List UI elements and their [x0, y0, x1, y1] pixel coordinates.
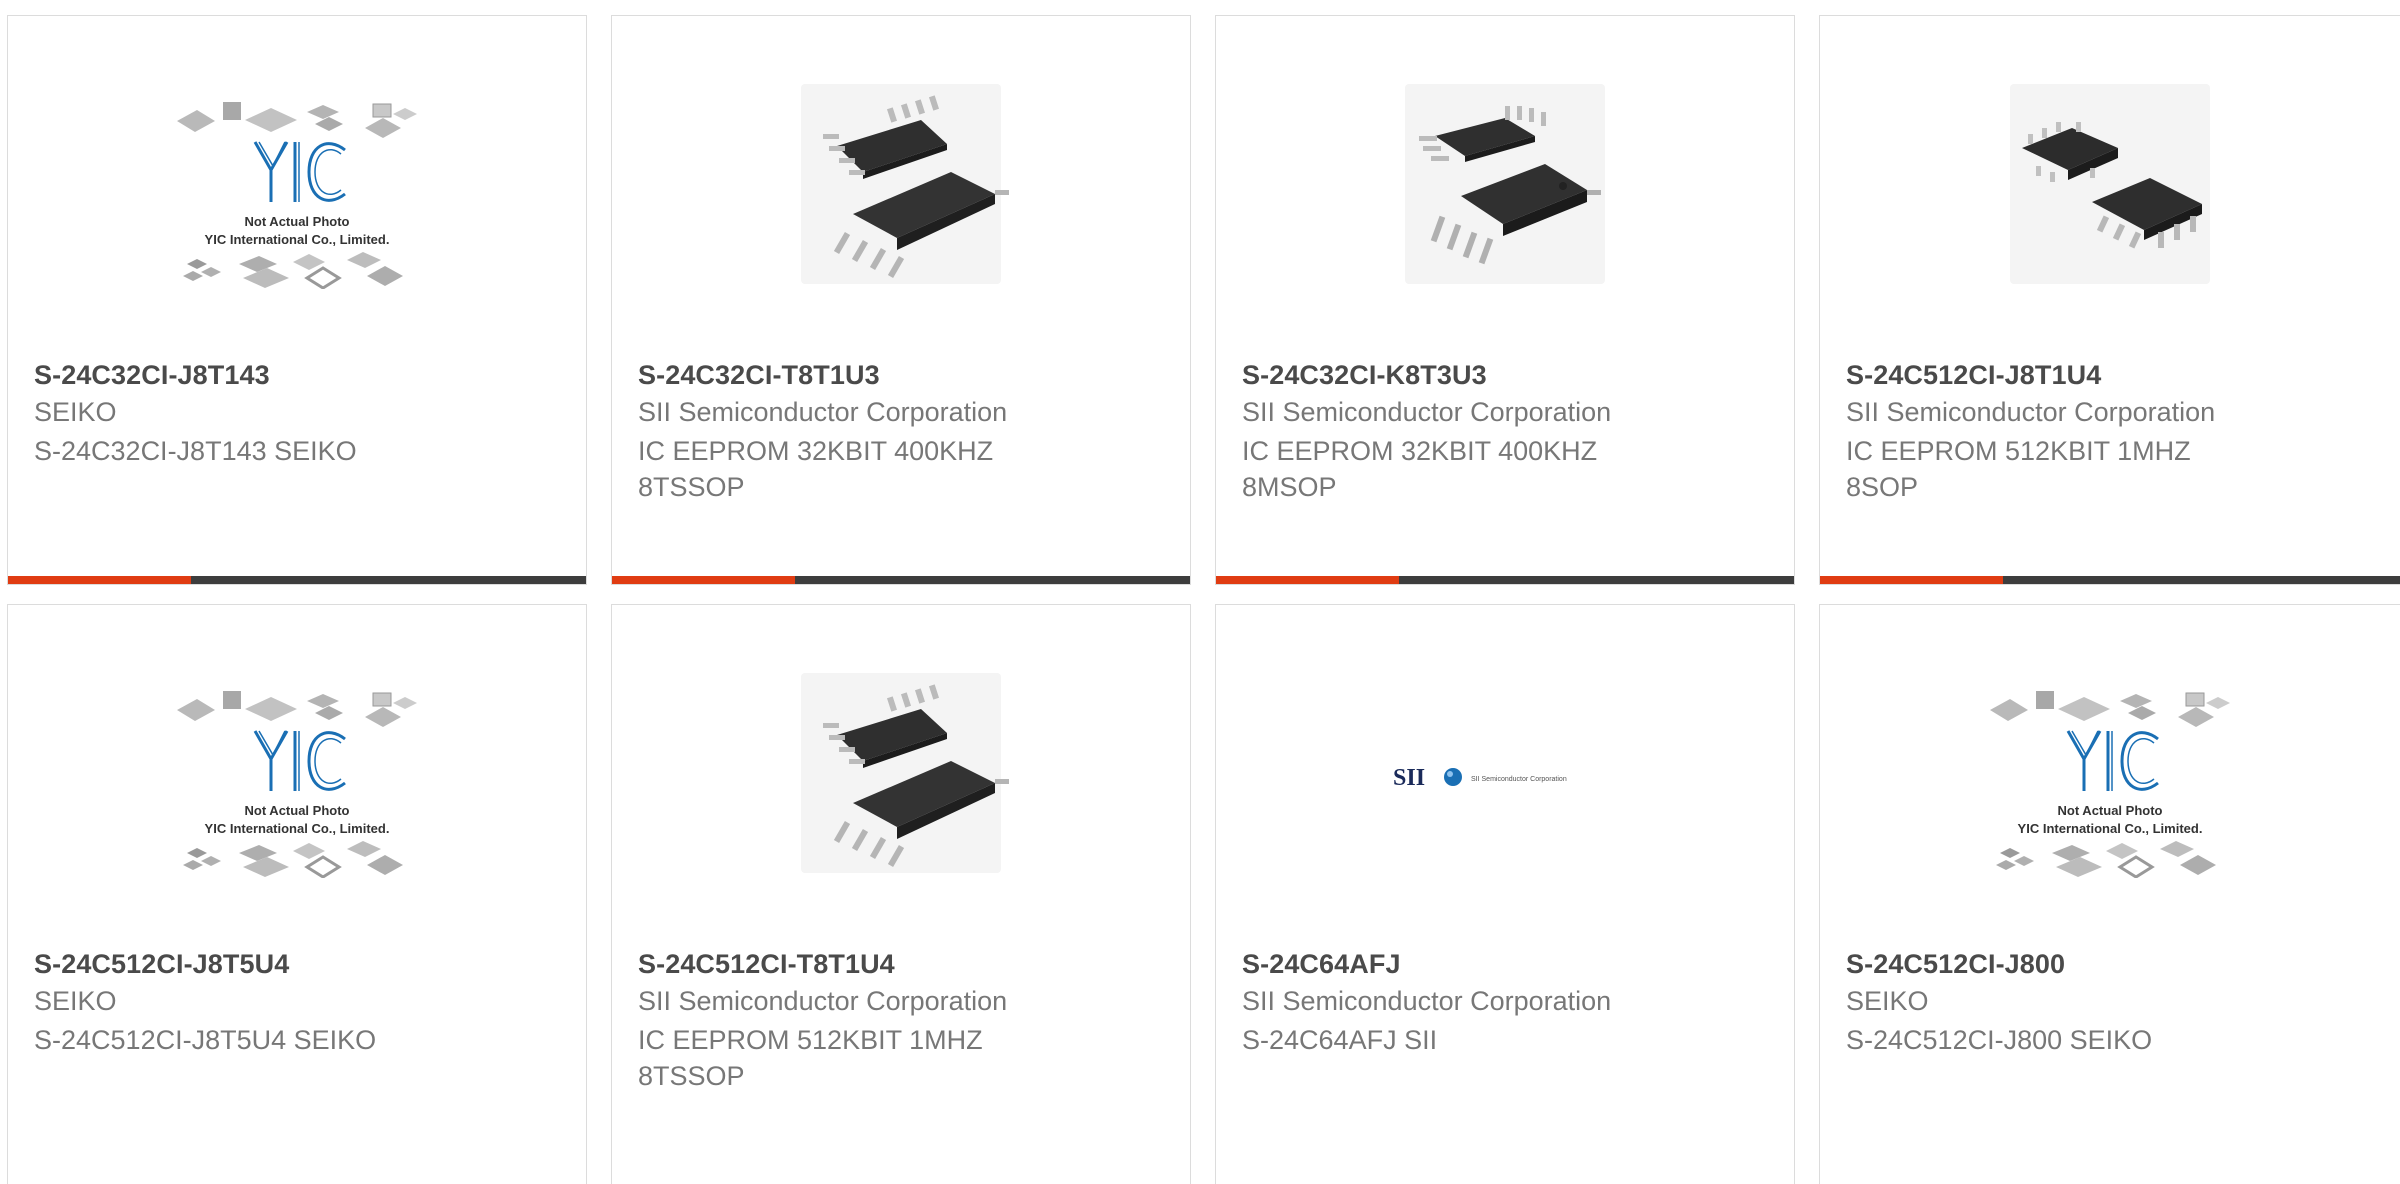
- product-card[interactable]: S-24C32CI-J8T143 SEIKO S-24C32CI-J8T143 …: [7, 15, 587, 585]
- part-number-link[interactable]: S-24C32CI-K8T3U3: [1242, 360, 1487, 391]
- card-bottom-bar: [612, 576, 1190, 584]
- card-accent-bar: [1216, 576, 1399, 584]
- product-description: IC EEPROM 512KBIT 1MHZ 8TSSOP: [638, 1025, 983, 1091]
- product-card[interactable]: S-24C32CI-K8T3U3 SII Semiconductor Corpo…: [1215, 15, 1795, 585]
- part-number-link[interactable]: S-24C512CI-J8T5U4: [34, 949, 289, 980]
- sii-logo-image[interactable]: [1375, 673, 1635, 878]
- product-card[interactable]: S-24C512CI-T8T1U4 SII Semiconductor Corp…: [611, 604, 1191, 1184]
- placeholder-image[interactable]: [1980, 673, 2240, 878]
- card-accent-bar: [612, 576, 795, 584]
- product-card[interactable]: S-24C64AFJ SII Semiconductor Corporation…: [1215, 604, 1795, 1184]
- manufacturer-name: SEIKO: [34, 397, 117, 427]
- part-number-link[interactable]: S-24C64AFJ: [1242, 949, 1401, 980]
- product-description: S-24C512CI-J8T5U4 SEIKO: [34, 1025, 377, 1055]
- tssop-chip-image[interactable]: [771, 673, 1031, 878]
- card-bottom-bar: [1820, 576, 2400, 584]
- part-number-link[interactable]: S-24C32CI-T8T1U3: [638, 360, 880, 391]
- manufacturer-name: SEIKO: [1846, 986, 1929, 1016]
- msop-chip-image[interactable]: [1375, 84, 1635, 289]
- product-description: S-24C64AFJ SII: [1242, 1025, 1438, 1055]
- part-number-link[interactable]: S-24C512CI-J800: [1846, 949, 2065, 980]
- product-card[interactable]: S-24C512CI-J800 SEIKO S-24C512CI-J800 SE…: [1819, 604, 2400, 1184]
- part-number-link[interactable]: S-24C512CI-J8T1U4: [1846, 360, 2101, 391]
- tssop-chip-image[interactable]: [771, 84, 1031, 289]
- card-accent-bar: [8, 576, 191, 584]
- product-card[interactable]: S-24C512CI-J8T1U4 SII Semiconductor Corp…: [1819, 15, 2400, 585]
- manufacturer-name: SII Semiconductor Corporation: [638, 986, 1008, 1016]
- card-accent-bar: [1820, 576, 2003, 584]
- manufacturer-name: SII Semiconductor Corporation: [1846, 397, 2216, 427]
- manufacturer-name: SII Semiconductor Corporation: [1242, 986, 1612, 1016]
- placeholder-image[interactable]: [167, 673, 427, 878]
- part-number-link[interactable]: S-24C512CI-T8T1U4: [638, 949, 895, 980]
- manufacturer-name: SII Semiconductor Corporation: [1242, 397, 1612, 427]
- product-card[interactable]: S-24C512CI-J8T5U4 SEIKO S-24C512CI-J8T5U…: [7, 604, 587, 1184]
- card-bottom-bar: [1216, 576, 1794, 584]
- part-number-link[interactable]: S-24C32CI-J8T143: [34, 360, 270, 391]
- card-bottom-bar: [8, 576, 586, 584]
- sop-chip-image[interactable]: [1980, 84, 2240, 289]
- placeholder-image[interactable]: [167, 84, 427, 289]
- manufacturer-name: SII Semiconductor Corporation: [638, 397, 1008, 427]
- product-description: IC EEPROM 32KBIT 400KHZ 8TSSOP: [638, 436, 994, 502]
- product-card[interactable]: S-24C32CI-T8T1U3 SII Semiconductor Corpo…: [611, 15, 1191, 585]
- product-description: IC EEPROM 32KBIT 400KHZ 8MSOP: [1242, 436, 1598, 502]
- product-description: S-24C32CI-J8T143 SEIKO: [34, 436, 357, 466]
- product-description: S-24C512CI-J800 SEIKO: [1846, 1025, 2153, 1055]
- manufacturer-name: SEIKO: [34, 986, 117, 1016]
- product-description: IC EEPROM 512KBIT 1MHZ 8SOP: [1846, 436, 2191, 502]
